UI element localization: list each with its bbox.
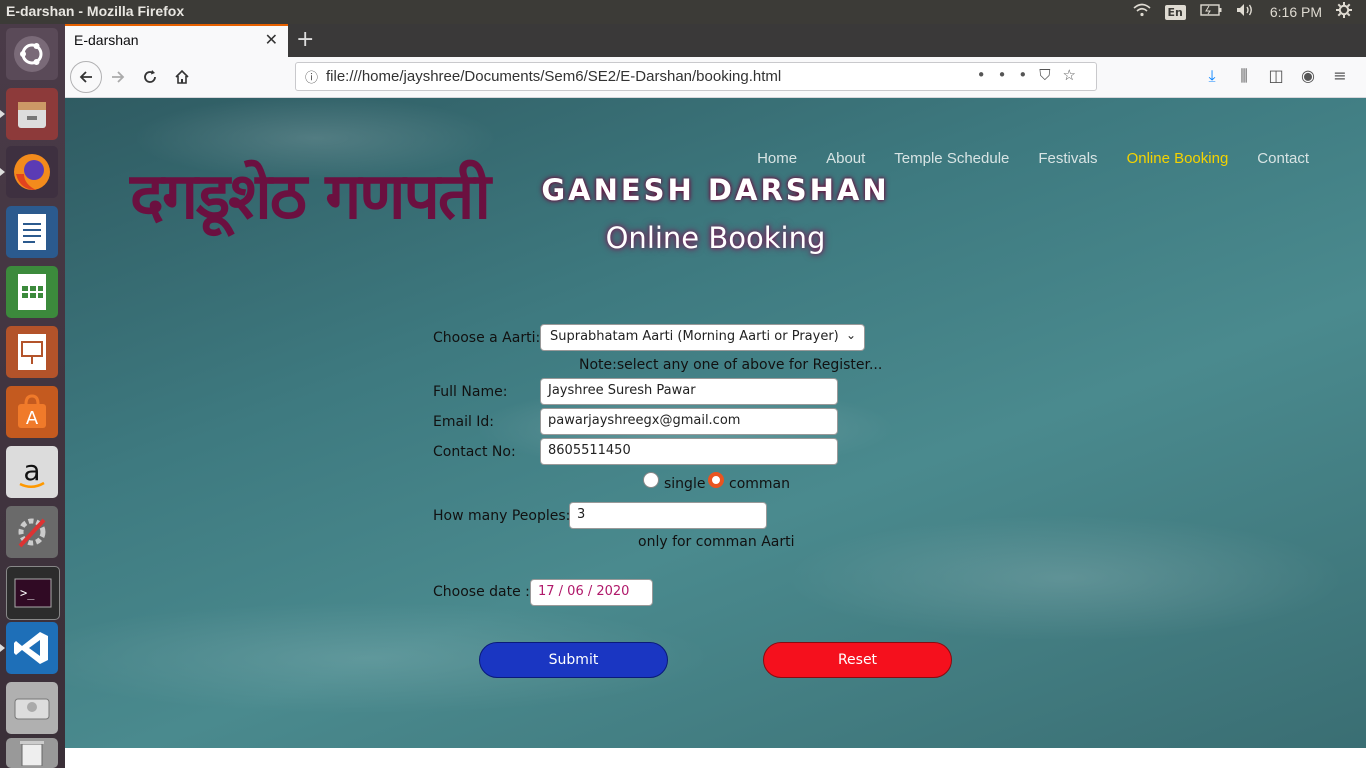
url-text[interactable]: file:///home/jayshree/Documents/Sem6/SE2…: [326, 68, 781, 85]
software-center-icon[interactable]: A: [6, 386, 58, 438]
volume-icon[interactable]: [1236, 3, 1256, 21]
page-bottom-area: [65, 748, 1366, 768]
booking-form: Choose a Aarti: Suprabhatam Aarti (Morni…: [65, 98, 1366, 748]
forward-button[interactable]: [107, 66, 129, 88]
more-actions-icon[interactable]: •••: [977, 66, 1040, 84]
libreoffice-impress-icon[interactable]: [6, 326, 58, 378]
email-input[interactable]: pawarjayshreegx@gmail.com: [540, 408, 838, 435]
chevron-down-icon: ⌄: [845, 328, 856, 342]
terminal-icon[interactable]: >_: [6, 566, 60, 620]
keyboard-layout-indicator[interactable]: En: [1164, 4, 1186, 20]
navigation-bar: ⓘ file:///home/jayshree/Documents/Sem6/S…: [65, 57, 1366, 98]
pocket-icon[interactable]: ⛉: [1039, 66, 1062, 84]
page-content: दगडूशेठ गणपती Home About Temple Schedule…: [65, 98, 1366, 748]
bookmark-star-icon[interactable]: ☆: [1063, 66, 1088, 84]
full-name-input[interactable]: Jayshree Suresh Pawar: [540, 378, 838, 405]
account-icon[interactable]: ◉: [1292, 66, 1324, 86]
page-info-icon[interactable]: ⓘ: [305, 67, 318, 86]
tab-title: E-darshan: [74, 32, 139, 48]
new-tab-icon[interactable]: +: [296, 27, 314, 52]
amazon-icon[interactable]: a: [6, 446, 58, 498]
email-label: Email Id:: [433, 414, 495, 430]
date-input[interactable]: 17 / 06 / 2020: [530, 579, 653, 606]
date-label: Choose date :: [433, 584, 530, 600]
libreoffice-calc-icon[interactable]: [6, 266, 58, 318]
page-actions: •••⛉☆: [977, 66, 1088, 84]
vscode-icon[interactable]: [6, 622, 58, 674]
svg-text:>_: >_: [20, 586, 35, 600]
clock[interactable]: 6:16 PM: [1270, 4, 1322, 20]
window-title: E-darshan - Mozilla Firefox: [6, 3, 185, 19]
reset-button[interactable]: Reset: [763, 642, 952, 678]
comman-radio[interactable]: [708, 472, 724, 488]
running-indicator: [0, 168, 5, 176]
libreoffice-writer-icon[interactable]: [6, 206, 58, 258]
system-settings-icon[interactable]: [6, 506, 58, 558]
system-top-bar: E-darshan - Mozilla Firefox En 6:16 PM: [0, 0, 1366, 24]
unity-launcher: A a >_: [0, 24, 65, 768]
downloads-icon[interactable]: ⤓: [1196, 66, 1228, 86]
tab-e-darshan[interactable]: E-darshan ✕: [65, 24, 288, 57]
sidebar-icon[interactable]: ◫: [1260, 66, 1292, 86]
library-icon[interactable]: ⫼: [1228, 66, 1260, 86]
hamburger-menu-icon[interactable]: ≡: [1324, 66, 1356, 86]
files-icon[interactable]: [6, 88, 58, 140]
people-input[interactable]: 3: [569, 502, 767, 529]
svg-text:A: A: [26, 408, 39, 429]
ubuntu-dash-icon[interactable]: [6, 28, 58, 80]
battery-icon[interactable]: [1200, 4, 1222, 20]
aarti-label: Choose a Aarti:: [433, 330, 541, 346]
home-button[interactable]: [171, 66, 193, 88]
contact-input[interactable]: 8605511450: [540, 438, 838, 465]
system-tray: En 6:16 PM: [1132, 0, 1366, 24]
running-indicator: [0, 110, 5, 118]
submit-button[interactable]: Submit: [479, 642, 668, 678]
address-bar[interactable]: ⓘ file:///home/jayshree/Documents/Sem6/S…: [295, 62, 1097, 91]
aarti-selected-value: Suprabhatam Aarti (Morning Aarti or Pray…: [550, 329, 839, 344]
back-button[interactable]: [70, 61, 102, 93]
aarti-note: Note:select any one of above for Registe…: [579, 357, 883, 373]
settings-gear-icon[interactable]: [1336, 2, 1352, 22]
tab-strip: E-darshan ✕ +: [65, 24, 1366, 57]
comman-radio-label: comman: [729, 476, 790, 492]
trash-icon[interactable]: [6, 738, 58, 768]
running-indicator: [0, 644, 5, 652]
single-radio-label: single: [664, 476, 706, 492]
wifi-icon[interactable]: [1132, 3, 1151, 21]
contact-label: Contact No:: [433, 444, 516, 460]
aarti-select[interactable]: Suprabhatam Aarti (Morning Aarti or Pray…: [540, 324, 865, 351]
disk-drive-icon[interactable]: [6, 682, 58, 734]
full-name-label: Full Name:: [433, 384, 508, 400]
close-tab-icon[interactable]: ✕: [265, 30, 278, 49]
people-label: How many Peoples:: [433, 508, 571, 524]
people-note: only for comman Aarti: [638, 534, 795, 550]
single-radio[interactable]: [643, 472, 659, 488]
svg-text:a: a: [23, 454, 40, 487]
firefox-icon[interactable]: [6, 146, 58, 198]
reload-button[interactable]: [139, 66, 161, 88]
toolbar-right-icons: ⤓ ⫼ ◫ ◉ ≡: [1196, 66, 1356, 86]
